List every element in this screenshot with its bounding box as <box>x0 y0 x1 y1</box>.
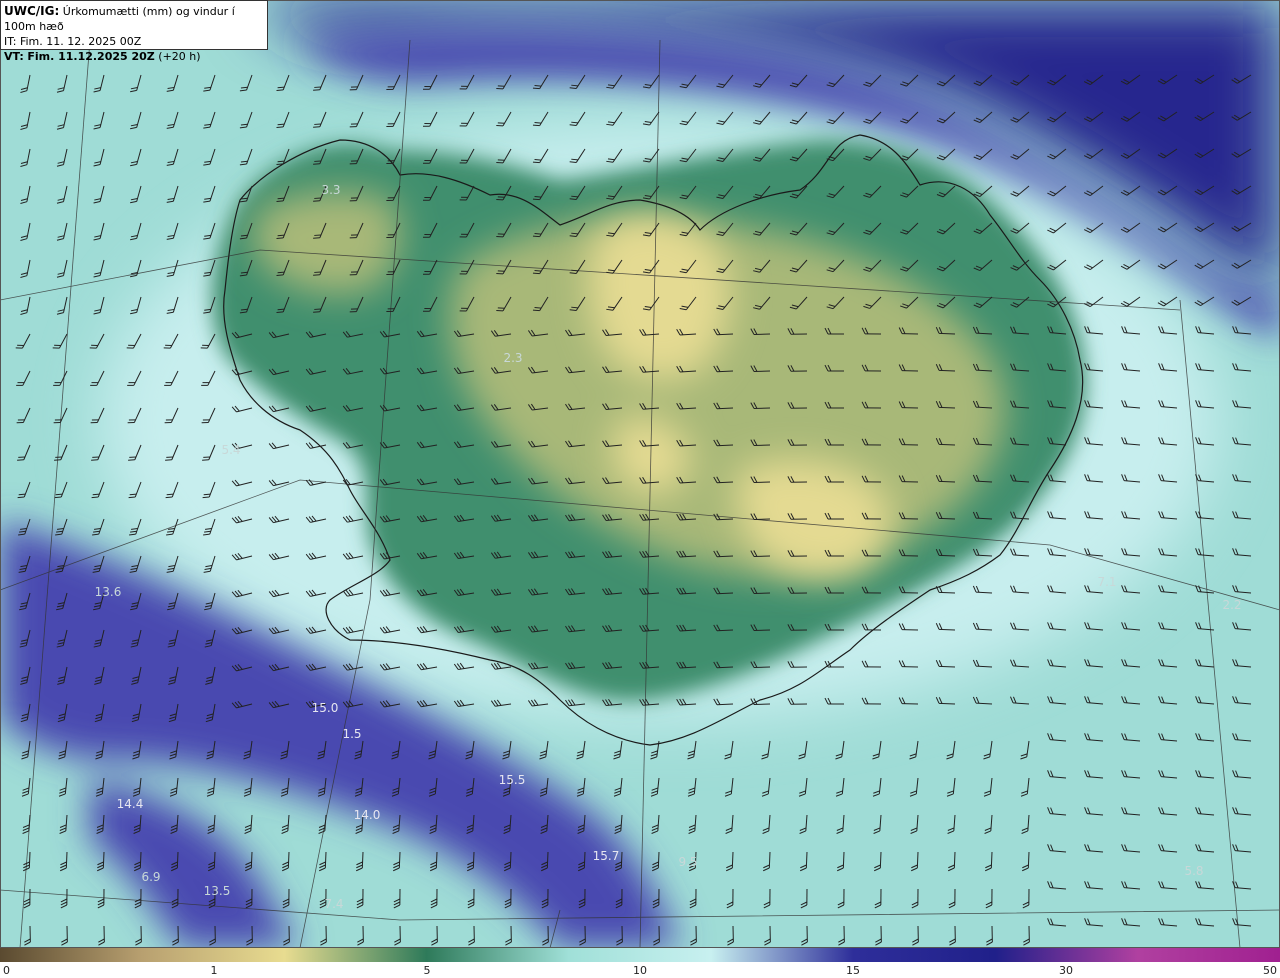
it-prefix: IT: <box>4 35 17 48</box>
map-value-label: 5.4 <box>221 443 241 457</box>
map-value-label: 3.3 <box>321 183 341 197</box>
colorbar-tick-label: 10 <box>633 964 647 977</box>
map-value-label: 9.5 <box>678 855 698 869</box>
colorbar-ramp <box>0 948 1280 962</box>
info-it-line: IT: Fim. 11. 12. 2025 00Z <box>4 34 264 49</box>
map-value-label: 7.1 <box>1097 575 1117 589</box>
model-code: UWC/IG: <box>4 4 60 18</box>
colorbar-tick-label: 50 <box>1263 964 1277 977</box>
colorbar-tick-label: 5 <box>423 964 431 977</box>
precipitation-wind-map: 3.3 2.3 5.4 13.6 7.1 2.2 15.0 1.5 15.5 14.4 14.0 15… <box>0 0 1280 948</box>
map-value-label: 14.4 <box>116 797 144 811</box>
map-value-label: 13.5 <box>203 884 231 898</box>
colorbar-tick-label: 0 <box>3 964 10 977</box>
map-value-label: 7.4 <box>324 897 344 911</box>
map-value-label: 15.5 <box>498 773 526 787</box>
it-time: Fim. 11. 12. 2025 00Z <box>19 35 142 48</box>
vt-lead: (+20 h) <box>158 50 201 63</box>
map-value-label: 13.6 <box>94 585 122 599</box>
map-value-label: 2.3 <box>503 351 523 365</box>
colorbar-tick-label: 1 <box>210 964 218 977</box>
vt-time: Fim. 11.12.2025 20Z <box>27 50 155 63</box>
map-canvas <box>0 0 1280 948</box>
map-value-label: 6.9 <box>141 870 161 884</box>
colorbar-tick-label: 30 <box>1059 964 1073 977</box>
colorbar-tick-label: 15 <box>846 964 860 977</box>
map-value-label: 15.7 <box>592 849 620 863</box>
map-value-label: 5.8 <box>1184 864 1204 878</box>
info-vt-line: VT: Fim. 11.12.2025 20Z (+20 h) <box>4 49 264 64</box>
map-value-label: 1.5 <box>342 727 362 741</box>
map-value-label: 15.0 <box>311 701 339 715</box>
colorbar-legend: 0 1 5 10 15 30 50 <box>0 948 1280 978</box>
map-value-label: 2.2 <box>1222 598 1242 612</box>
map-info-box: UWC/IG: Úrkomumætti (mm) og vindur í 100… <box>0 0 268 63</box>
info-title-line: UWC/IG: Úrkomumætti (mm) og vindur í 100… <box>4 4 264 34</box>
vt-prefix: VT: <box>4 50 24 63</box>
map-value-label: 14.0 <box>353 808 381 822</box>
